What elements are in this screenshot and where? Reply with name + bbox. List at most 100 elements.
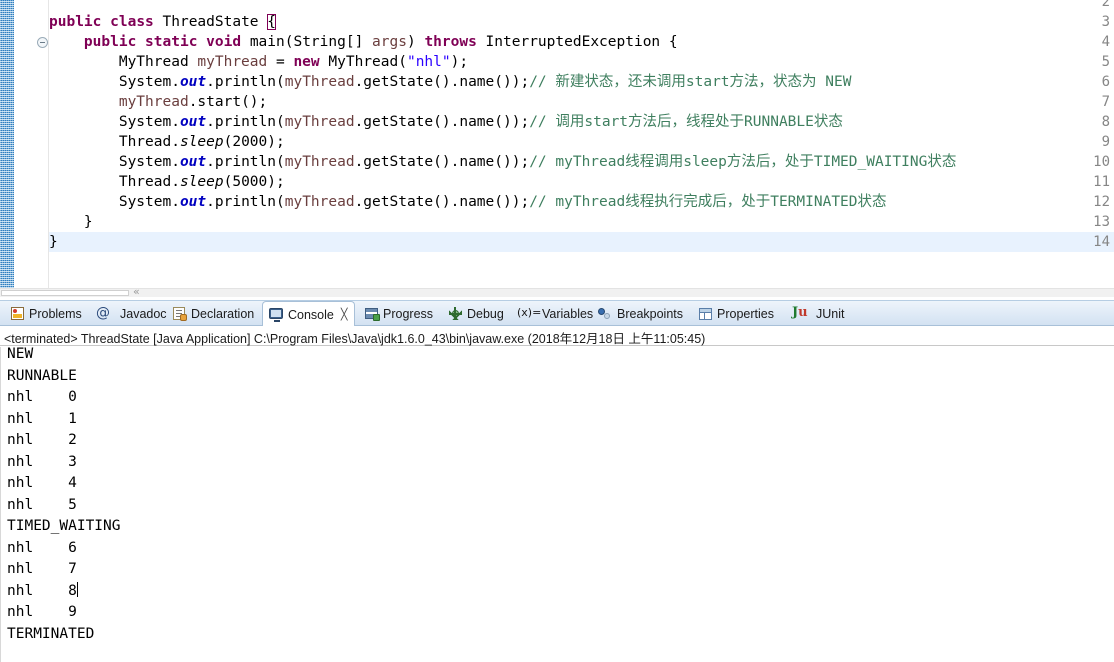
console-line-text: nhl 4	[7, 475, 77, 491]
console-output-line: nhl 8	[7, 581, 78, 603]
close-icon[interactable]: ╳	[341, 308, 348, 321]
scrollbar-thumb[interactable]	[1, 290, 129, 296]
tab-console[interactable]: Console ╳	[262, 301, 355, 327]
tab-breakpoints[interactable]: Breakpoints	[592, 301, 689, 326]
code-token: .getState().name());	[354, 114, 530, 130]
code-editor[interactable]: public class ThreadState { public static…	[0, 0, 1114, 296]
code-token: MyThread	[49, 54, 198, 70]
code-line[interactable]: System.out.println(myThread.getState().n…	[49, 72, 852, 92]
line-number: 14	[1093, 234, 1110, 250]
text-caret	[76, 581, 78, 597]
code-line[interactable]: }	[49, 232, 58, 252]
junit-icon: Ju	[792, 305, 808, 320]
tab-progress[interactable]: Progress	[358, 301, 439, 326]
console-icon	[269, 307, 284, 322]
console-output-area[interactable]: NEW RUNNABLE nhl 0 nhl 1 nhl 2 nhl 3 nhl 4 nhl …	[0, 347, 1114, 662]
code-text-area[interactable]: public class ThreadState { public static…	[49, 0, 1114, 288]
code-token: (5000);	[223, 174, 285, 190]
code-token: static	[145, 34, 198, 50]
code-token: Thread.	[49, 174, 180, 190]
tab-label: Properties	[717, 306, 774, 321]
console-output-line: nhl 4	[7, 473, 77, 495]
code-token: void	[206, 34, 242, 50]
code-token: System.	[49, 114, 180, 130]
console-line-text: nhl 6	[7, 539, 77, 556]
tab-properties[interactable]: Properties	[692, 301, 780, 326]
tab-variables[interactable]: (x)= Variables	[512, 301, 599, 326]
annotation-overview-bar[interactable]	[0, 0, 15, 288]
code-line[interactable]: System.out.println(myThread.getState().n…	[49, 152, 957, 172]
code-line[interactable]: MyThread myThread = new MyThread("nhl");	[49, 52, 468, 72]
view-tab-bar[interactable]: Problems @ Javadoc Declaration Console ╳ Progr…	[0, 300, 1114, 327]
properties-icon	[698, 306, 713, 321]
console-line-text: TIMED_WAITING	[7, 518, 121, 534]
fold-collapse-icon[interactable]	[37, 37, 48, 48]
code-token: out	[179, 74, 207, 90]
console-output-line: TERMINATED	[7, 624, 94, 646]
console-output-line: nhl 6	[7, 538, 77, 560]
code-token: sleep	[179, 174, 224, 190]
tab-declaration[interactable]: Declaration	[166, 301, 260, 326]
line-number: 5	[1101, 54, 1110, 70]
code-line[interactable]: myThread.start();	[49, 92, 267, 112]
tab-label: Breakpoints	[617, 306, 684, 321]
code-token: .println(	[206, 194, 285, 210]
console-output-line: nhl 2	[7, 430, 77, 452]
tab-label: Debug	[467, 306, 504, 321]
code-token: (2000);	[223, 134, 285, 150]
debug-icon	[448, 306, 463, 321]
console-line-text: nhl 7	[7, 561, 77, 577]
editor-horizontal-scrollbar[interactable]: «	[0, 286, 1114, 298]
console-process-label: <terminated> ThreadState [Java Applicati…	[4, 332, 706, 346]
code-token: out	[179, 114, 207, 130]
console-line-text: nhl 0	[7, 389, 77, 405]
line-number: 11	[1093, 174, 1110, 190]
code-token: )	[406, 34, 425, 50]
console-output-line: RUNNABLE	[7, 366, 77, 388]
code-token: }	[49, 214, 93, 230]
tab-label: Javadoc	[120, 306, 167, 321]
code-line[interactable]: Thread.sleep(2000);	[49, 132, 285, 152]
code-line[interactable]: System.out.println(myThread.getState().n…	[49, 192, 887, 212]
code-token: myThread	[284, 154, 355, 170]
code-line[interactable]: public static void main(String[] args) t…	[49, 32, 678, 52]
console-output-line: nhl 1	[7, 409, 77, 431]
code-line[interactable]: System.out.println(myThread.getState().n…	[49, 112, 843, 132]
tab-problems[interactable]: Problems	[4, 301, 88, 326]
code-token: myThread	[118, 94, 189, 110]
scrollbar-track[interactable]: «	[0, 286, 1114, 298]
line-number: 10	[1093, 154, 1110, 170]
tab-junit[interactable]: Ju JUnit	[786, 301, 850, 326]
problems-icon	[10, 306, 25, 321]
declaration-icon	[172, 306, 187, 321]
code-token: myThread	[284, 74, 355, 90]
code-token: MyThread(	[319, 54, 407, 70]
code-token: Thread.	[49, 134, 180, 150]
code-line[interactable]: }	[49, 212, 93, 232]
code-line[interactable]: Thread.sleep(5000);	[49, 172, 285, 192]
tab-javadoc[interactable]: @ Javadoc	[90, 301, 173, 326]
line-number: 4	[1101, 34, 1110, 50]
code-line[interactable]: public class ThreadState {	[49, 12, 277, 32]
code-token: myThread	[284, 114, 355, 130]
tab-label: Progress	[383, 306, 434, 321]
code-token: System.	[49, 74, 180, 90]
code-token: ThreadState	[153, 14, 268, 30]
code-token: .println(	[206, 114, 285, 130]
console-output-line: nhl 5	[7, 495, 77, 517]
code-token: out	[179, 194, 207, 210]
javadoc-icon: @	[96, 305, 110, 321]
console-line-text: nhl 1	[7, 410, 77, 427]
console-output-line: NEW	[7, 347, 33, 366]
code-token: new	[293, 54, 320, 70]
tab-debug[interactable]: Debug	[442, 301, 510, 326]
code-token: .start();	[188, 94, 268, 110]
code-token: .getState().name());	[354, 194, 530, 210]
code-token: myThread	[197, 54, 268, 70]
console-output-line: nhl 7	[7, 559, 77, 581]
console-line-text: nhl 8	[7, 582, 77, 599]
scroll-left-chevron-icon[interactable]: «	[133, 286, 140, 298]
